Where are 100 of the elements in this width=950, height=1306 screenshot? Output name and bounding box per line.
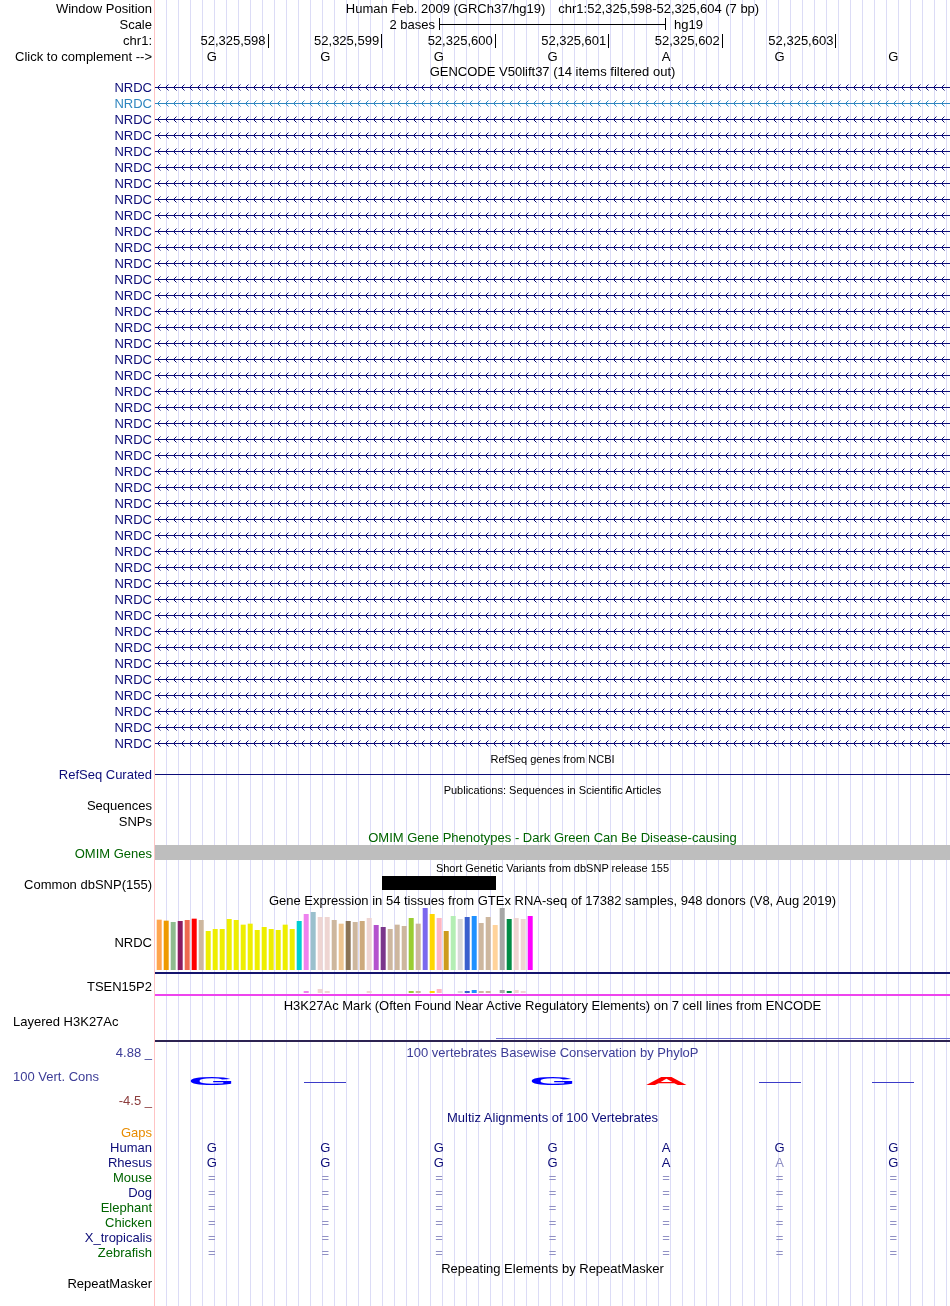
gene-label[interactable]: NRDC xyxy=(114,415,152,431)
gene-label[interactable]: NRDC xyxy=(114,495,152,511)
gene-label[interactable]: NRDC xyxy=(114,191,152,207)
species-label[interactable]: Human xyxy=(110,1140,152,1155)
gene-label[interactable]: NRDC xyxy=(114,735,152,751)
track-title: Multiz Alignments of 100 Vertebrates xyxy=(447,1109,658,1125)
gene-label[interactable]: NRDC xyxy=(114,463,152,479)
gene-label[interactable]: NRDC xyxy=(114,431,152,447)
dash-icon xyxy=(872,1082,915,1083)
gene-label[interactable]: NRDC xyxy=(114,575,152,591)
gene-label[interactable]: NRDC xyxy=(114,159,152,175)
alignment-base: = xyxy=(889,1215,897,1230)
gene-label[interactable]: NRDC xyxy=(114,934,152,950)
gene-label[interactable]: TSEN15P2 xyxy=(86,979,152,994)
gene-label[interactable]: NRDC xyxy=(114,607,152,623)
gene-label[interactable]: NRDC xyxy=(114,543,152,559)
track-title: RefSeq genes from NCBI xyxy=(490,752,615,766)
base-letter[interactable]: A xyxy=(661,48,671,64)
gene-label[interactable]: NRDC xyxy=(114,623,152,639)
track-title: 100 vertebrates Basewise Conservation by PhyloP xyxy=(406,1045,699,1060)
alignment-base: = xyxy=(321,1200,330,1215)
gene-label[interactable]: NRDC xyxy=(114,559,152,575)
gene-label[interactable]: NRDC xyxy=(114,239,152,255)
gene-label[interactable]: NRDC xyxy=(114,399,152,415)
track-label[interactable]: RefSeq Curated xyxy=(58,767,152,782)
gene-label[interactable]: NRDC xyxy=(114,255,152,271)
alignment-base: = xyxy=(208,1215,216,1230)
base-letter[interactable]: G xyxy=(774,48,785,64)
species-label[interactable]: Mouse xyxy=(112,1170,152,1185)
alignment-base: = xyxy=(321,1185,330,1200)
alignment-base: = xyxy=(208,1245,216,1260)
gene-label[interactable]: NRDC xyxy=(114,111,152,127)
gene-label[interactable]: NRDC xyxy=(114,271,152,287)
alignment-base: G xyxy=(206,1155,217,1170)
gene-label[interactable]: NRDC xyxy=(114,655,152,671)
gene-label[interactable]: NRDC xyxy=(114,223,152,239)
alignment-base: = xyxy=(435,1170,443,1185)
track-label[interactable]: RepeatMasker xyxy=(67,1276,152,1291)
gene-label[interactable]: NRDC xyxy=(114,719,152,735)
alignment-base: = xyxy=(662,1215,670,1230)
track-title: OMIM Gene Phenotypes - Dark Green Can Be Disease-causing xyxy=(368,829,737,845)
alignment-base: = xyxy=(548,1245,557,1260)
species-label[interactable]: Chicken xyxy=(105,1215,152,1230)
species-label[interactable]: Elephant xyxy=(100,1200,152,1215)
gene-label[interactable]: NRDC xyxy=(114,207,152,223)
track-label[interactable]: Sequences xyxy=(86,798,152,813)
alignment-base: = xyxy=(548,1170,557,1185)
base-letter[interactable]: G xyxy=(320,48,331,64)
gene-label[interactable]: NRDC xyxy=(114,367,152,383)
gene-label[interactable]: NRDC xyxy=(114,351,152,367)
alignment-base: = xyxy=(548,1215,557,1230)
gene-label[interactable]: NRDC xyxy=(114,175,152,191)
gene-label[interactable]: NRDC xyxy=(114,527,152,543)
base-letter[interactable]: G xyxy=(206,48,217,64)
species-label[interactable]: Zebrafish xyxy=(97,1245,152,1260)
species-label[interactable]: X_tropicalis xyxy=(84,1230,152,1245)
alignment-base: = xyxy=(662,1245,670,1260)
track-label[interactable]: Common dbSNP(155) xyxy=(24,876,152,892)
base-letter[interactable]: G xyxy=(888,48,899,64)
assembly-label: Human Feb. 2009 (GRCh37/hg19) xyxy=(345,0,546,16)
track-label[interactable]: OMIM Genes xyxy=(74,845,152,861)
species-label[interactable]: Rhesus xyxy=(107,1155,152,1170)
gene-label[interactable]: NRDC xyxy=(114,143,152,159)
gene-label[interactable]: NRDC xyxy=(114,287,152,303)
gene-label[interactable]: NRDC xyxy=(114,79,152,95)
alignment-base: = xyxy=(208,1230,216,1245)
alignment-base: = xyxy=(889,1230,897,1245)
track-label[interactable]: Layered H3K27Ac xyxy=(13,1014,119,1029)
gene-label[interactable]: NRDC xyxy=(114,95,152,111)
gene-label[interactable]: NRDC xyxy=(114,335,152,351)
base-letter[interactable]: G xyxy=(433,48,444,64)
gene-label[interactable]: NRDC xyxy=(114,303,152,319)
gene-label[interactable]: NRDC xyxy=(114,447,152,463)
gene-label[interactable]: NRDC xyxy=(114,479,152,495)
track-label[interactable]: SNPs xyxy=(118,813,152,829)
alignment-base: A xyxy=(661,1140,671,1155)
alignment-base: = xyxy=(435,1245,443,1260)
gene-label[interactable]: NRDC xyxy=(114,687,152,703)
alignment-base: = xyxy=(548,1185,557,1200)
gene-label[interactable]: NRDC xyxy=(114,383,152,399)
alignment-base: G xyxy=(888,1155,899,1170)
logo-letter: G xyxy=(529,1076,576,1086)
dash-icon xyxy=(758,1082,801,1083)
gene-label[interactable]: NRDC xyxy=(114,703,152,719)
track-label: Click to complement --> xyxy=(15,48,152,64)
base-letter[interactable]: G xyxy=(547,48,558,64)
species-label[interactable]: Dog xyxy=(128,1185,152,1200)
alignment-base: G xyxy=(320,1140,331,1155)
alignment-base: = xyxy=(321,1245,330,1260)
gene-label[interactable]: NRDC xyxy=(114,319,152,335)
position-label: chr1:52,325,598-52,325,604 (7 bp) xyxy=(558,0,760,16)
alignment-base: G xyxy=(547,1140,558,1155)
ruler-label: 52,325,600 xyxy=(427,34,496,48)
gene-label[interactable]: NRDC xyxy=(114,671,152,687)
gene-label[interactable]: NRDC xyxy=(114,127,152,143)
track-label[interactable]: 100 Vert. Cons xyxy=(13,1069,99,1084)
track-title: H3K27Ac Mark (Often Found Near Active Regulatory Elements) on 7 cell lines from ENCODE xyxy=(283,998,822,1013)
gene-label[interactable]: NRDC xyxy=(114,591,152,607)
gene-label[interactable]: NRDC xyxy=(114,639,152,655)
gene-label[interactable]: NRDC xyxy=(114,511,152,527)
